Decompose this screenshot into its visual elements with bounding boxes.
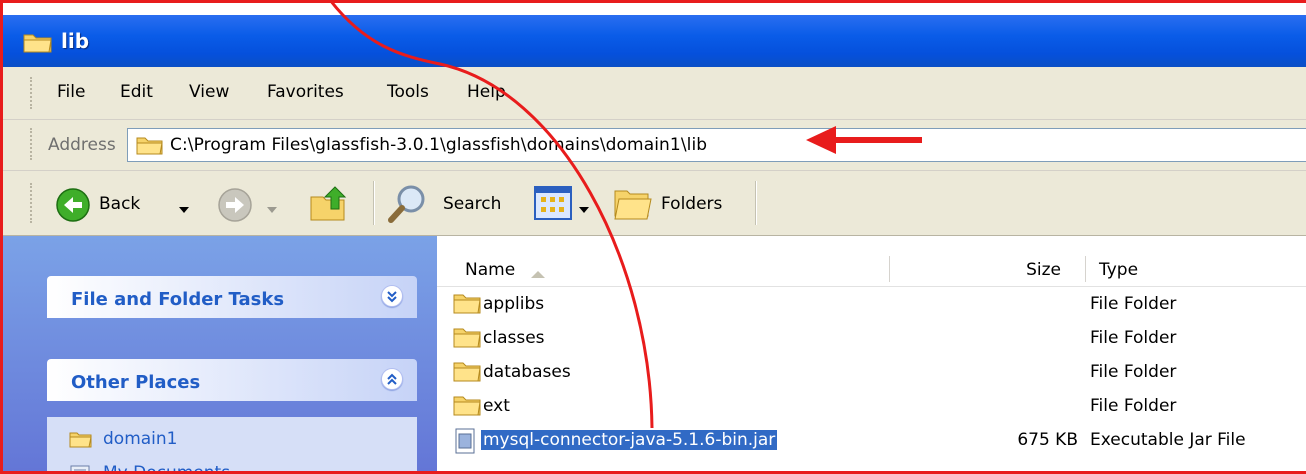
- address-input[interactable]: C:\Program Files\glassfish-3.0.1\glassfi…: [127, 128, 1306, 162]
- search-icon: [387, 183, 429, 227]
- menu-file[interactable]: File: [57, 82, 85, 102]
- folder-icon: [453, 292, 481, 318]
- window-title: lib: [61, 29, 90, 53]
- collapse-chevron-icon[interactable]: [381, 368, 403, 390]
- file-name: databases: [483, 362, 571, 382]
- other-places-title: Other Places: [71, 372, 201, 393]
- menu-tools[interactable]: Tools: [387, 82, 429, 102]
- folder-icon: [453, 360, 481, 386]
- views-dropdown-icon[interactable]: [579, 200, 589, 219]
- file-type: File Folder: [1090, 396, 1177, 416]
- column-size-label: Size: [1026, 260, 1061, 280]
- menu-help[interactable]: Help: [467, 82, 506, 102]
- address-bar: Address C:\Program Files\glassfish-3.0.1…: [3, 120, 1306, 171]
- search-label: Search: [443, 194, 502, 214]
- file-name: classes: [483, 328, 545, 348]
- file-row-applibs[interactable]: applibs File Folder: [437, 288, 1306, 322]
- up-folder-button[interactable]: [309, 183, 353, 227]
- file-type: File Folder: [1090, 294, 1177, 314]
- forward-arrow-icon: [217, 187, 253, 227]
- column-divider[interactable]: [889, 256, 890, 282]
- up-folder-icon: [309, 186, 353, 227]
- column-type-label: Type: [1099, 260, 1139, 280]
- menu-bar: File Edit View Favorites Tools Help: [3, 67, 1306, 120]
- views-icon: [533, 185, 573, 225]
- file-type: Executable Jar File: [1090, 430, 1246, 450]
- forward-dropdown-icon[interactable]: [267, 200, 277, 219]
- jar-file-icon: [453, 428, 479, 458]
- menu-grip[interactable]: [30, 77, 35, 109]
- back-label: Back: [99, 194, 141, 214]
- back-arrow-icon: [55, 187, 91, 227]
- file-name: applibs: [483, 294, 545, 314]
- place-label: domain1: [103, 429, 178, 449]
- file-folder-tasks-title: File and Folder Tasks: [71, 289, 285, 310]
- sort-ascending-icon: [531, 264, 545, 283]
- file-row-mysql-connector-jar[interactable]: mysql-connector-java-5.1.6-bin.jar 675 K…: [437, 424, 1306, 458]
- column-divider[interactable]: [1085, 256, 1086, 282]
- file-name: ext: [483, 396, 510, 416]
- back-dropdown-icon[interactable]: [179, 200, 189, 219]
- folder-icon: [23, 31, 53, 57]
- file-type: File Folder: [1090, 362, 1177, 382]
- toolbar-separator: [373, 181, 375, 225]
- folders-icon: [613, 183, 655, 227]
- file-type: File Folder: [1090, 328, 1177, 348]
- address-path: C:\Program Files\glassfish-3.0.1\glassfi…: [170, 135, 708, 155]
- folders-label: Folders: [661, 194, 723, 214]
- place-my-documents[interactable]: My Documents: [69, 461, 269, 474]
- menu-view[interactable]: View: [189, 82, 229, 102]
- address-label: Address: [48, 135, 116, 155]
- other-places-header[interactable]: Other Places: [47, 359, 417, 401]
- folder-icon: [69, 431, 93, 453]
- menu-favorites[interactable]: Favorites: [267, 82, 344, 102]
- menu-edit[interactable]: Edit: [120, 82, 153, 102]
- title-bar[interactable]: lib: [3, 15, 1306, 67]
- toolbar-grip[interactable]: [30, 183, 35, 223]
- place-label: My Documents: [103, 463, 231, 474]
- folder-icon: [136, 135, 164, 159]
- file-folder-tasks-header[interactable]: File and Folder Tasks: [47, 276, 417, 318]
- column-header: Name Size Type: [437, 236, 1306, 287]
- expand-chevron-icon[interactable]: [381, 285, 403, 307]
- file-row-databases[interactable]: databases File Folder: [437, 356, 1306, 390]
- column-type-header[interactable]: Type: [1087, 236, 1306, 286]
- column-name-label: Name: [465, 260, 516, 280]
- toolbar-separator: [755, 181, 757, 225]
- folder-icon: [453, 326, 481, 352]
- file-row-classes[interactable]: classes File Folder: [437, 322, 1306, 356]
- other-places-list: domain1 My Documents: [47, 417, 417, 474]
- file-name: mysql-connector-java-5.1.6-bin.jar: [481, 430, 778, 450]
- place-domain1[interactable]: domain1: [69, 427, 269, 455]
- folder-icon: [453, 394, 481, 420]
- column-name-header[interactable]: Name: [437, 236, 889, 286]
- file-size: 675 KB: [1017, 430, 1078, 450]
- standard-toolbar: Back Search Folders: [3, 171, 1306, 236]
- column-size-header[interactable]: Size: [891, 236, 1073, 286]
- address-grip[interactable]: [30, 128, 35, 160]
- file-row-ext[interactable]: ext File Folder: [437, 390, 1306, 424]
- explorer-window: lib File Edit View Favorites Tools Help …: [0, 0, 1306, 474]
- file-list: Name Size Type applibs File Folder class…: [437, 236, 1306, 471]
- my-documents-icon: [69, 465, 93, 471]
